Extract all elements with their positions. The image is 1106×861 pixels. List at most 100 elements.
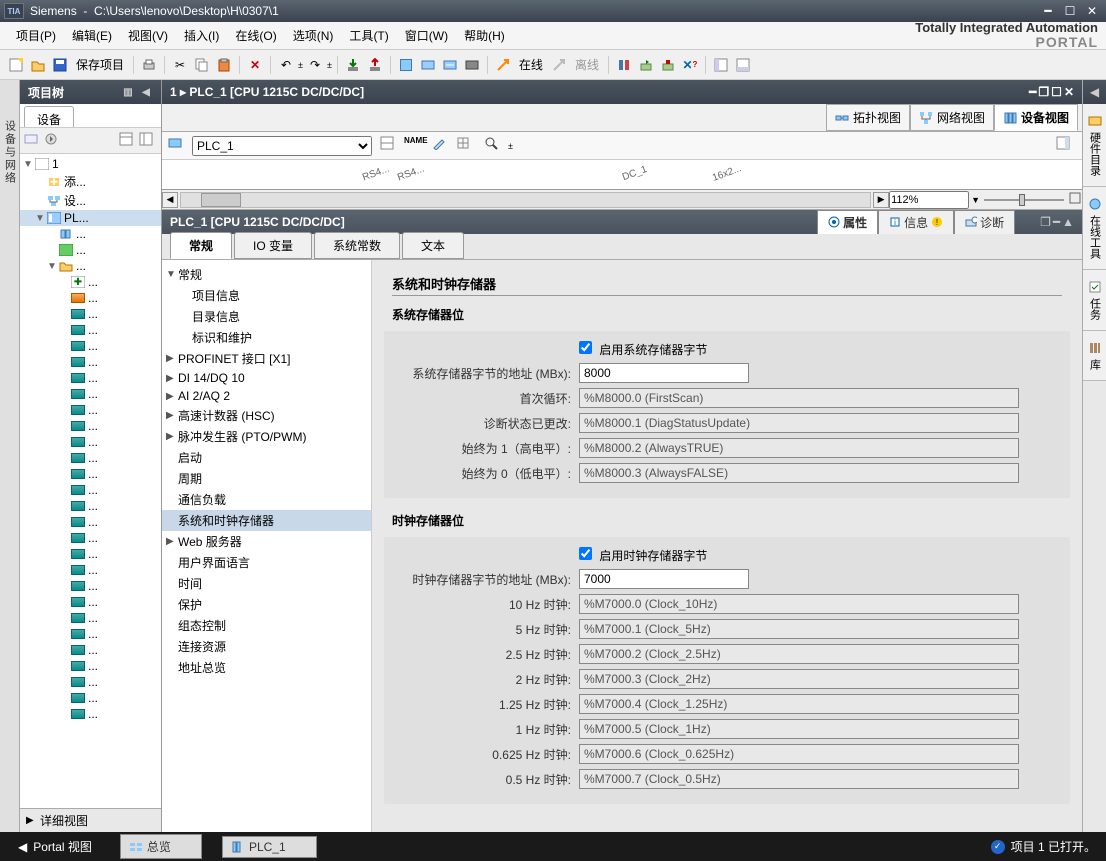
download-button[interactable]	[343, 55, 363, 75]
prop-nav-item[interactable]: ▶Web 服务器	[162, 531, 371, 552]
inspector-restore-icon[interactable]: ❐	[1040, 215, 1051, 229]
tab-general[interactable]: 常规	[170, 232, 232, 259]
copy-button[interactable]	[192, 55, 212, 75]
tb-icon-d[interactable]: ✕?	[680, 55, 700, 75]
device-canvas[interactable]: RS4... RS4... DC_1 16x2...	[162, 160, 1082, 190]
tb-icon-b[interactable]	[636, 55, 656, 75]
maximize-button[interactable]: ☐	[1060, 3, 1080, 19]
enable-clock-memory-checkbox[interactable]: 启用时钟存储器字节	[579, 549, 707, 563]
prop-nav-item[interactable]: 组态控制	[162, 615, 371, 636]
tree-plc[interactable]: ▼ PL...	[20, 210, 161, 226]
prop-nav-item[interactable]: ▶PROFINET 接口 [X1]	[162, 348, 371, 369]
tb-icon-4[interactable]	[462, 55, 482, 75]
prop-nav-item[interactable]: 目录信息	[162, 306, 371, 327]
tab-devices[interactable]: 设备	[24, 106, 74, 127]
tree-block[interactable]: ...	[20, 434, 161, 450]
prop-nav-item[interactable]: ▶高速计数器 (HSC)	[162, 405, 371, 426]
new-project-button[interactable]	[6, 55, 26, 75]
enable-system-memory-checkbox[interactable]: 启用系统存储器字节	[579, 343, 707, 357]
tree-view-2-icon[interactable]	[139, 132, 157, 150]
hardware-catalog-tab[interactable]: 硬件目录	[1083, 104, 1106, 187]
tab-texts[interactable]: 文本	[402, 232, 464, 259]
zoom-fit-icon[interactable]	[1068, 191, 1082, 208]
editor-min-icon[interactable]: ━	[1029, 85, 1036, 99]
tree-block[interactable]: ...	[20, 706, 161, 722]
tree-plc-config[interactable]: ...	[20, 226, 161, 242]
enable-system-checkbox[interactable]	[579, 341, 592, 354]
tree-block[interactable]: ...	[20, 450, 161, 466]
go-offline-button[interactable]	[549, 55, 569, 75]
tree-block[interactable]: ...	[20, 322, 161, 338]
prop-nav-item[interactable]: 连接资源	[162, 636, 371, 657]
menu-online[interactable]: 在线(O)	[227, 23, 284, 48]
prop-nav-item[interactable]: 启动	[162, 447, 371, 468]
tree-view-1-icon[interactable]	[119, 132, 137, 150]
tab-constants[interactable]: 系统常数	[314, 232, 400, 259]
minimize-button[interactable]: ━	[1038, 3, 1058, 19]
paste-button[interactable]	[214, 55, 234, 75]
expand-icon[interactable]: ▼	[46, 261, 58, 272]
tree-block[interactable]: ...	[20, 418, 161, 434]
right-collapse-icon[interactable]: ◀	[1083, 80, 1106, 104]
menu-help[interactable]: 帮助(H)	[456, 23, 513, 48]
cut-button[interactable]: ✂	[170, 55, 190, 75]
print-button[interactable]	[139, 55, 159, 75]
tb-icon-1[interactable]	[396, 55, 416, 75]
dev-tool-3[interactable]	[432, 136, 452, 156]
network-view-tab[interactable]: 网络视图	[910, 104, 994, 131]
portal-view-button[interactable]: ◀ Portal 视图	[10, 836, 100, 857]
tab-diagnostics[interactable]: 诊断	[954, 210, 1015, 235]
tab-properties[interactable]: 属性	[817, 210, 878, 235]
status-tab-overview[interactable]: 总览	[120, 834, 202, 859]
undo-button[interactable]: ↶	[276, 55, 296, 75]
zoom-slider[interactable]	[984, 192, 1064, 208]
menu-edit[interactable]: 编辑(E)	[64, 23, 120, 48]
tb-icon-2[interactable]	[418, 55, 438, 75]
clock-memory-address-input[interactable]	[579, 569, 749, 589]
menu-insert[interactable]: 插入(I)	[176, 23, 227, 48]
tree-nav-back-icon[interactable]	[24, 132, 42, 150]
tree-block[interactable]: ...	[20, 594, 161, 610]
tree-block[interactable]: ...	[20, 658, 161, 674]
tab-io-vars[interactable]: IO 变量	[234, 232, 312, 259]
prop-nav-item[interactable]: 地址总览	[162, 657, 371, 678]
editor-max-icon[interactable]: ☐	[1051, 85, 1062, 99]
prop-nav-item[interactable]: 用户界面语言	[162, 552, 371, 573]
upload-button[interactable]	[365, 55, 385, 75]
device-dropdown-icon[interactable]	[168, 136, 188, 156]
panel-collapse-icon[interactable]: ◀	[139, 85, 153, 99]
inspector-up-icon[interactable]: ▲	[1062, 215, 1074, 229]
topology-view-tab[interactable]: 拓扑视图	[826, 104, 910, 131]
tree-block[interactable]: ...	[20, 482, 161, 498]
tree-block[interactable]: ...	[20, 498, 161, 514]
device-selector[interactable]: PLC_1	[192, 136, 372, 156]
save-button[interactable]	[50, 55, 70, 75]
tree-block[interactable]: ...	[20, 610, 161, 626]
tree-root[interactable]: ▼ 1	[20, 156, 161, 172]
tree-block[interactable]: ...	[20, 626, 161, 642]
tree-block[interactable]: ...	[20, 690, 161, 706]
status-tab-plc[interactable]: PLC_1	[222, 836, 317, 858]
prop-nav-item[interactable]: ▶DI 14/DQ 10	[162, 369, 371, 387]
tab-info[interactable]: i 信息 !	[878, 210, 954, 235]
tasks-tab[interactable]: 任务	[1083, 270, 1106, 331]
device-view-tab[interactable]: 设备视图	[994, 104, 1078, 131]
tree-block[interactable]: ...	[20, 306, 161, 322]
menu-view[interactable]: 视图(V)	[120, 23, 176, 48]
tree-plc-folder[interactable]: ▼ ...	[20, 258, 161, 274]
dev-tool-2[interactable]: NAME	[404, 136, 424, 156]
menu-options[interactable]: 选项(N)	[285, 23, 342, 48]
inspector-min-icon[interactable]: ━	[1053, 215, 1060, 229]
close-button[interactable]: ✕	[1082, 3, 1102, 19]
prop-nav-item[interactable]: 系统和时钟存储器	[162, 510, 371, 531]
tree-block[interactable]: ...	[20, 354, 161, 370]
dev-tool-4[interactable]	[456, 136, 476, 156]
tree-block[interactable]: ...	[20, 290, 161, 306]
prop-nav-item[interactable]: ▶AI 2/AQ 2	[162, 387, 371, 405]
tree-block[interactable]: ✚...	[20, 274, 161, 290]
left-vertical-tab[interactable]: 设备与网络	[0, 80, 20, 832]
project-tree[interactable]: ▼ 1 ✚ 添... 设... ▼ PL... .	[20, 154, 161, 808]
scroll-right-icon[interactable]: ▶	[873, 192, 889, 208]
tree-block[interactable]: ...	[20, 578, 161, 594]
system-memory-address-input[interactable]	[579, 363, 749, 383]
